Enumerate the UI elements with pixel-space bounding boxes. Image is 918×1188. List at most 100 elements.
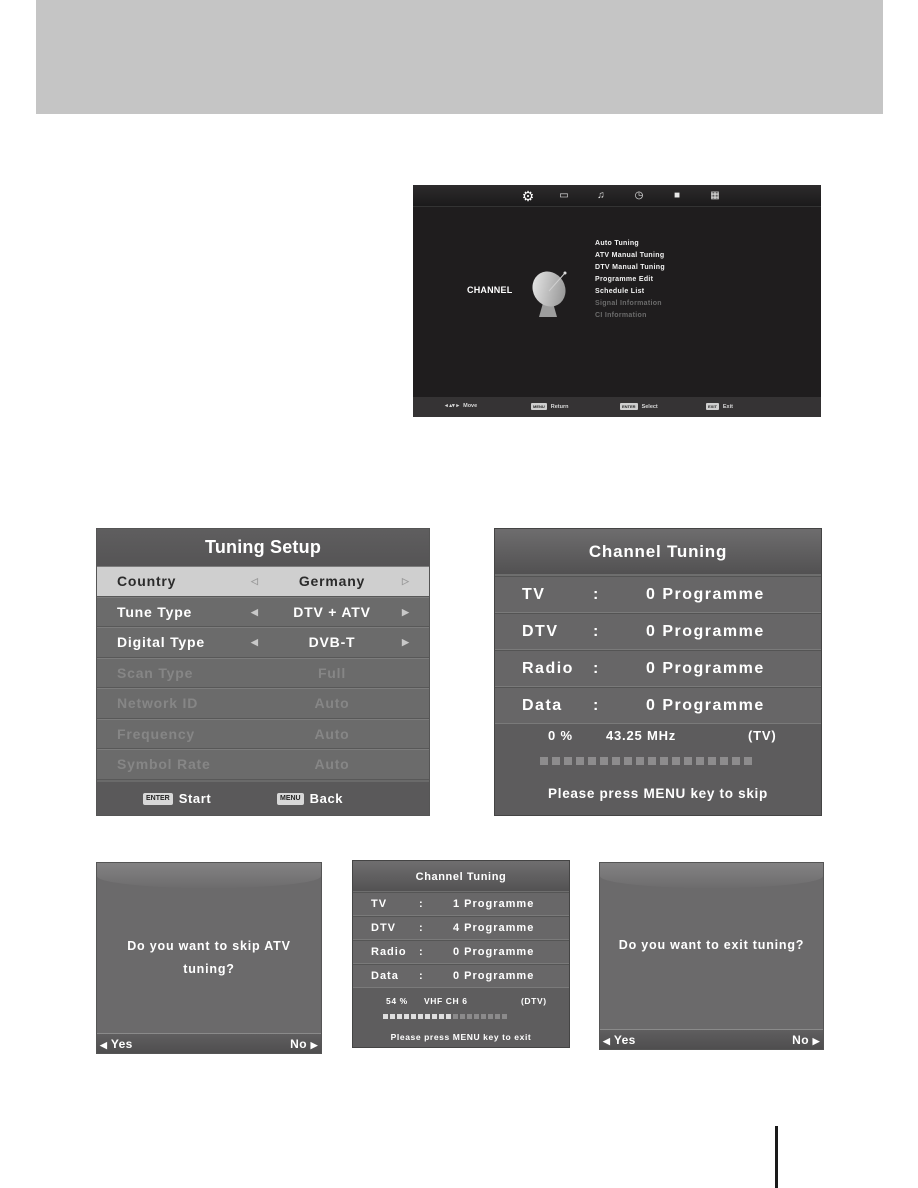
separator: : (419, 922, 424, 934)
hint-label: Select (641, 403, 658, 410)
yes-button[interactable]: ◀ Yes (100, 1037, 133, 1051)
setting-row-country[interactable]: Country ◁ Germany ▷ (97, 566, 429, 597)
count-value: 0 Programme (646, 660, 765, 677)
arrow-left-icon[interactable]: ◀ (251, 607, 259, 618)
satellite-dish-icon (532, 271, 567, 317)
menu-item-atv-manual-tuning[interactable]: ATV Manual Tuning (595, 250, 665, 262)
question-line: Do you want to skip ATV (127, 939, 291, 953)
count-row-data: Data : 0 Programme (495, 687, 821, 724)
arrow-right-icon: ▶ (812, 1036, 820, 1046)
arrow-right-icon[interactable]: ▷ (402, 576, 410, 587)
music-note-icon[interactable]: ♫ (594, 189, 608, 203)
dialog-footer: ◀ Yes No ▶ (600, 1029, 823, 1049)
dialog-question: Do you want to exit tuning? (618, 938, 805, 952)
page-edge-rule (775, 1126, 778, 1188)
progress-segment (411, 1014, 416, 1019)
setting-value: Germany (298, 573, 366, 589)
page-header-banner (36, 0, 883, 114)
skip-atv-dialog: Do you want to skip ATV tuning? ◀ Yes No… (96, 862, 322, 1054)
gear-icon[interactable]: ⚙ (521, 189, 535, 203)
count-label: TV (371, 898, 388, 910)
clock-icon[interactable]: ◷ (632, 189, 646, 203)
arrow-left-icon[interactable]: ◀ (251, 637, 259, 648)
menu-item-dtv-manual-tuning[interactable]: DTV Manual Tuning (595, 262, 665, 274)
dialog-question: Do you want to skip ATV tuning? (97, 935, 321, 981)
progress-segment (432, 1014, 437, 1019)
channel-tuning-progress-panel: Channel Tuning TV : 1 Programme DTV : 4 … (352, 860, 570, 1048)
count-value: 0 Programme (646, 697, 765, 714)
menu-item-programme-edit[interactable]: Programme Edit (595, 274, 665, 286)
tuning-setup-panel: Tuning Setup Country ◁ Germany ▷ Tune Ty… (96, 528, 430, 816)
progress-segment (502, 1014, 507, 1019)
grid-icon[interactable]: ▦ (708, 189, 722, 203)
menu-item-auto-tuning[interactable]: Auto Tuning (595, 238, 665, 250)
progress-segment (460, 1014, 465, 1019)
no-label: No (290, 1037, 307, 1051)
monitor-icon[interactable]: ▭ (557, 189, 571, 203)
menu-key-icon: MENU (531, 403, 547, 410)
tuning-mode: (TV) (748, 728, 777, 743)
arrow-right-icon[interactable]: ▶ (402, 637, 410, 648)
channel-menu-list: Auto Tuning ATV Manual Tuning DTV Manual… (595, 238, 665, 322)
progress-segment (390, 1014, 395, 1019)
lock-icon[interactable]: ■ (670, 189, 684, 203)
panel-title: Channel Tuning (495, 529, 821, 576)
setting-row-tune-type[interactable]: Tune Type ◀ DTV + ATV ▶ (97, 596, 429, 627)
count-row-radio: Radio : 0 Programme (495, 650, 821, 687)
progress-segment (624, 757, 632, 765)
progress-segment (564, 757, 572, 765)
band-channel-readout: VHF CH 6 (424, 996, 468, 1006)
count-label: DTV (522, 623, 559, 640)
arrow-left-icon[interactable]: ◁ (251, 576, 259, 587)
no-button[interactable]: No ▶ (290, 1037, 318, 1051)
separator: : (593, 697, 600, 714)
menu-item-signal-information: Signal Information (595, 300, 662, 307)
arrow-right-icon[interactable]: ▶ (402, 607, 410, 618)
progress-segment (446, 1014, 451, 1019)
count-value: 4 Programme (453, 922, 535, 934)
back-button[interactable]: MENU Back (277, 791, 343, 806)
count-row-tv: TV : 1 Programme (353, 892, 569, 916)
question-line: tuning? (183, 962, 235, 976)
separator: : (419, 946, 424, 958)
tuning-status: 0 % 43.25 MHz (TV) (495, 724, 821, 748)
separator: : (419, 898, 424, 910)
setting-row-network-id: Network ID Auto (97, 688, 429, 719)
setting-value: DTV + ATV (293, 603, 371, 620)
separator: : (593, 586, 600, 603)
arrow-left-icon: ◀ (100, 1040, 108, 1050)
count-row-dtv: DTV : 4 Programme (353, 916, 569, 940)
progress-segment (439, 1014, 444, 1019)
channel-tuning-panel: Channel Tuning TV : 0 Programme DTV : 0 … (494, 528, 822, 816)
no-button[interactable]: No ▶ (792, 1033, 820, 1047)
setting-row-frequency: Frequency Auto (97, 718, 429, 749)
progress-segment (588, 757, 596, 765)
menu-item-schedule-list[interactable]: Schedule List (595, 286, 665, 298)
progress-segment (404, 1014, 409, 1019)
setting-row-digital-type[interactable]: Digital Type ◀ DVB-T ▶ (97, 627, 429, 658)
setting-label: Network ID (117, 695, 199, 711)
progress-percent: 0 % (548, 728, 573, 743)
progress-segment (720, 757, 728, 765)
start-button[interactable]: ENTER Start (143, 791, 211, 806)
progress-segment (696, 757, 704, 765)
progress-segment (495, 1014, 500, 1019)
tuning-progress-bar (383, 1014, 507, 1019)
setting-label: Symbol Rate (117, 756, 211, 772)
hint-label: Move (463, 403, 478, 409)
exit-instruction: Please press MENU key to exit (390, 1032, 532, 1042)
progress-segment (540, 757, 548, 765)
progress-segment (684, 757, 692, 765)
setting-label: Country (117, 573, 177, 589)
progress-segment (660, 757, 668, 765)
setting-label: Frequency (117, 725, 195, 742)
separator: : (593, 660, 600, 677)
hint-move: ◂ ▴▾ ▸ Move (445, 403, 477, 409)
exit-key-icon: EXIT (706, 403, 719, 410)
count-row-dtv: DTV : 0 Programme (495, 613, 821, 650)
panel-title: Channel Tuning (353, 861, 569, 892)
skip-instruction: Please press MENU key to skip (548, 786, 768, 801)
yes-button[interactable]: ◀ Yes (603, 1033, 636, 1047)
no-label: No (792, 1033, 809, 1047)
setting-value: Auto (314, 725, 350, 742)
